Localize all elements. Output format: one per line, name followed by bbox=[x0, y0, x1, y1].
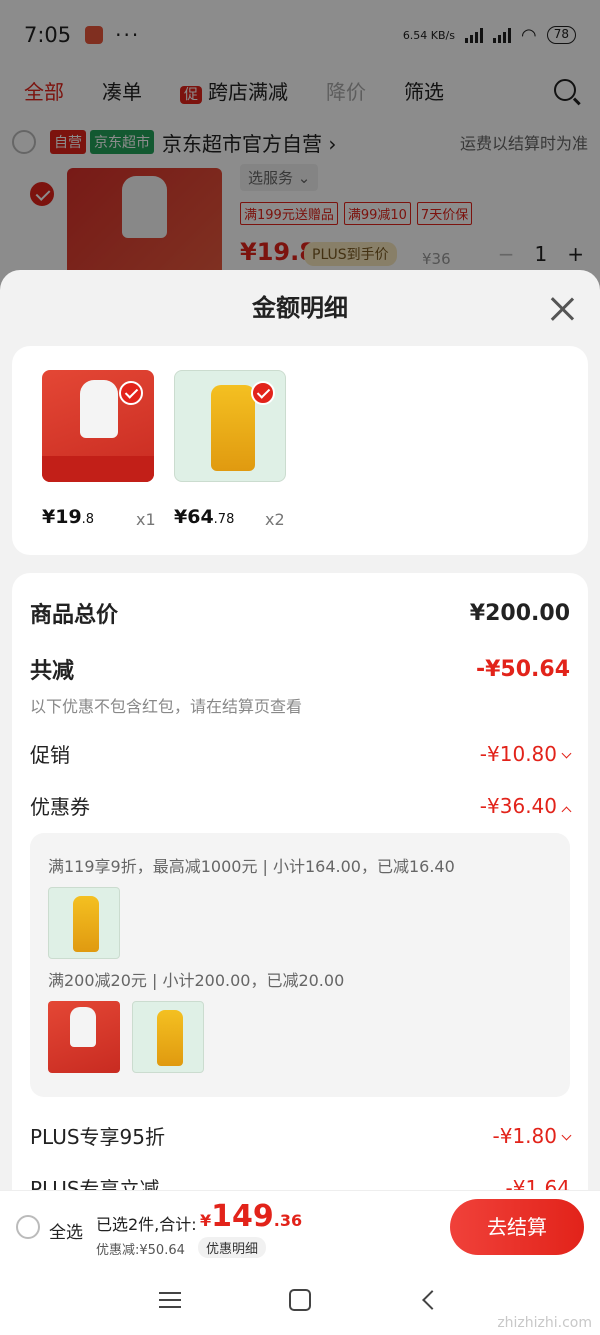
overlay-dim[interactable] bbox=[0, 0, 600, 300]
coupon-product-thumb bbox=[132, 1001, 204, 1073]
home-icon[interactable] bbox=[289, 1289, 311, 1311]
selected-count: 已选2件,合计: bbox=[96, 1215, 197, 1234]
discount-note: 以下优惠不包含红包，请在结算页查看 bbox=[30, 697, 303, 716]
selected-products-card: ¥19.8 x1 ¥64.78 x2 bbox=[12, 346, 588, 555]
plus95-value: -¥1.80 bbox=[493, 1124, 572, 1148]
checkout-button[interactable]: 去结算 bbox=[450, 1199, 584, 1255]
check-icon bbox=[119, 381, 143, 405]
chevron-down-icon bbox=[561, 748, 572, 758]
back-icon[interactable] bbox=[422, 1290, 442, 1310]
coupon-line: 满119享9折，最高减1000元 | 小计164.00，已减16.40 bbox=[48, 857, 455, 876]
subtotal-value: ¥200.00 bbox=[469, 600, 570, 626]
select-all-radio[interactable] bbox=[16, 1215, 40, 1239]
product-price: ¥19.8 bbox=[42, 506, 95, 528]
total-discount-label: 共减 bbox=[30, 659, 75, 684]
coupon-value: -¥36.40 bbox=[480, 794, 572, 818]
chevron-down-icon bbox=[561, 1130, 572, 1140]
coupon-line: 满200减20元 | 小计200.00，已减20.00 bbox=[48, 971, 345, 990]
select-all-label[interactable]: 全选 bbox=[49, 1218, 83, 1243]
total-discount-row: 共减 -¥50.64 bbox=[30, 653, 570, 685]
plus-instant-label: PLUS专享立减 bbox=[30, 1177, 160, 1190]
close-icon[interactable] bbox=[550, 296, 574, 320]
promotion-value: -¥10.80 bbox=[480, 742, 572, 766]
system-nav-bar: zhizhizhi.com bbox=[0, 1262, 600, 1335]
plus95-label: PLUS专享95折 bbox=[30, 1125, 165, 1149]
promotion-label: 促销 bbox=[30, 743, 70, 767]
coupon-row[interactable]: 优惠券 -¥36.40 bbox=[30, 791, 572, 820]
product-price: ¥64.78 bbox=[174, 506, 235, 528]
total-price: ¥149.36 bbox=[200, 1199, 303, 1234]
coupon-product-thumb bbox=[48, 1001, 120, 1073]
discount-detail-button[interactable]: 优惠明细 bbox=[198, 1237, 267, 1258]
product-qty: x2 bbox=[265, 510, 285, 529]
plus-instant-row[interactable]: PLUS专享立减 -¥1.64 bbox=[30, 1173, 570, 1191]
amount-detail-sheet: 金额明细 ¥19.8 x1 ¥64.78 x2 商品总价 ¥200.00 共减 … bbox=[0, 270, 600, 1190]
sheet-title: 金额明细 bbox=[0, 270, 600, 346]
subtotal-row: 商品总价 ¥200.00 bbox=[30, 597, 570, 629]
checkout-bar: 全选 已选2件,合计: ¥149.36 优惠减:¥50.64 优惠明细 去结算 bbox=[0, 1190, 600, 1262]
plus95-row[interactable]: PLUS专享95折 -¥1.80 bbox=[30, 1121, 572, 1150]
menu-icon[interactable] bbox=[159, 1292, 181, 1308]
coupon-detail-box: 满119享9折，最高减1000元 | 小计164.00，已减16.40 满200… bbox=[30, 833, 570, 1097]
plus-instant-value: -¥1.64 bbox=[505, 1175, 570, 1191]
coupon-label: 优惠券 bbox=[30, 795, 90, 819]
chevron-up-icon bbox=[561, 806, 572, 816]
product-qty: x1 bbox=[136, 510, 156, 529]
check-icon bbox=[251, 381, 275, 405]
price-breakdown-card: 商品总价 ¥200.00 共减 -¥50.64 以下优惠不包含红包，请在结算页查… bbox=[12, 573, 588, 1190]
total-discount-value: -¥50.64 bbox=[475, 656, 570, 682]
discount-summary: 优惠减:¥50.64 bbox=[96, 1243, 185, 1258]
coupon-product-thumb bbox=[48, 887, 120, 959]
watermark: zhizhizhi.com bbox=[497, 1315, 592, 1331]
promotion-row[interactable]: 促销 -¥10.80 bbox=[30, 739, 572, 768]
subtotal-label: 商品总价 bbox=[30, 603, 119, 628]
